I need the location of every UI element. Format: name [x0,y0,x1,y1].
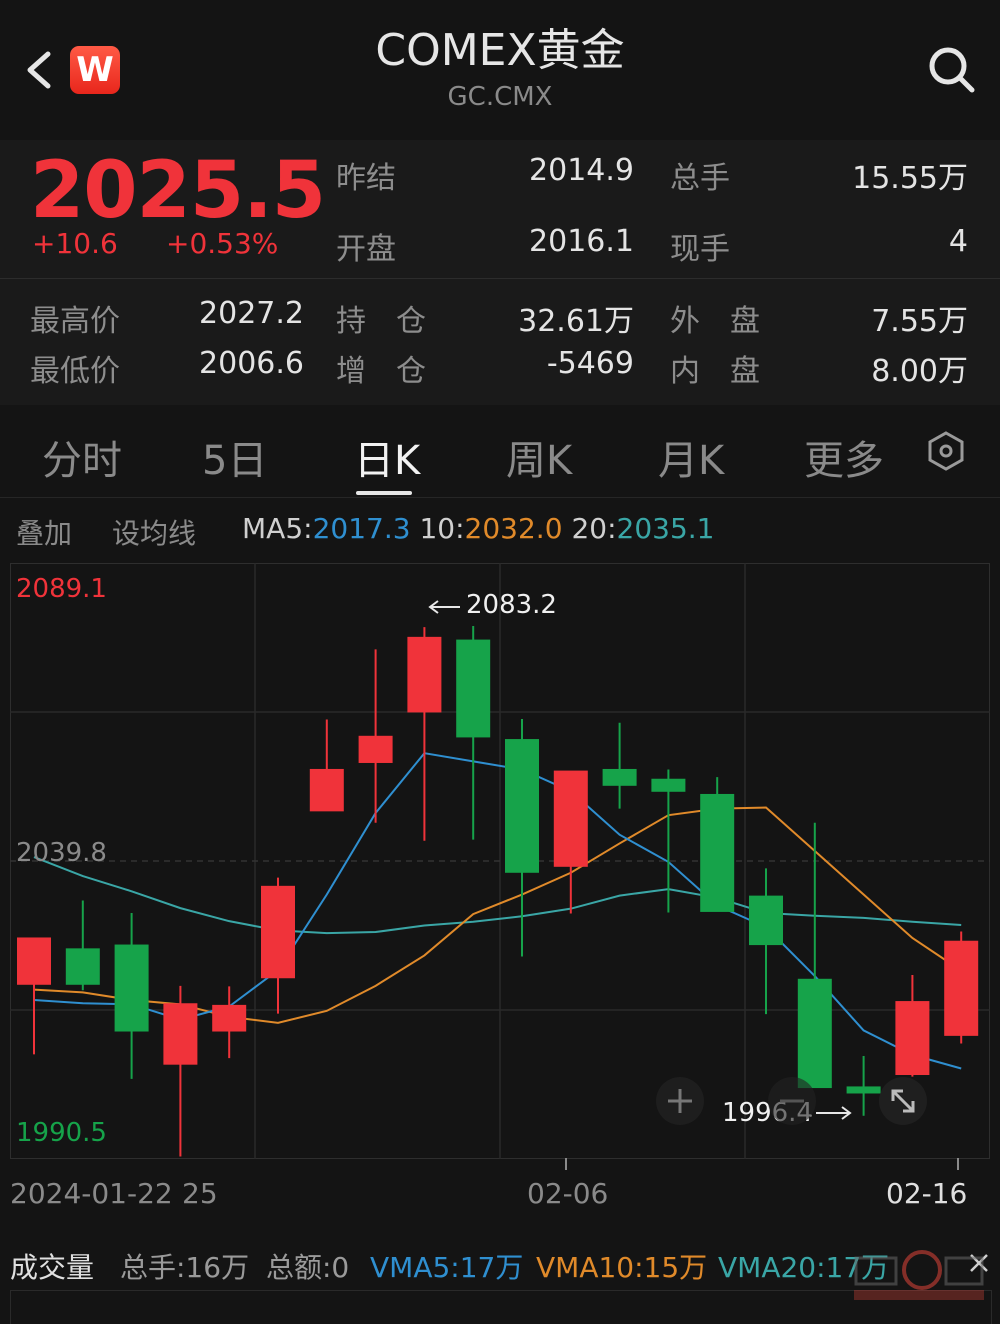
search-button[interactable] [926,44,978,96]
candle-body [358,735,393,763]
tab-weekly-k[interactable]: 周K [506,428,572,486]
active-tab-indicator [356,491,412,495]
volume-total-amount: 总额:0 [266,1251,350,1284]
candle-body [407,636,442,713]
candle-body [749,895,783,946]
label-current-hands: 现手 [670,232,730,267]
max-price-label: 2083.2 [466,590,557,620]
price-change: +10.6 [32,227,118,260]
tab-more[interactable]: 更多 [804,428,884,486]
label-prev-settle: 昨结 [336,161,396,196]
label-open-interest: 持 仓 [336,304,426,339]
y-mid-label: 2039.8 [16,838,107,868]
price-change-percent: +0.53% [166,227,279,260]
value-oi-change: -5469 [546,346,634,381]
zoom-in-button[interactable] [656,1077,704,1125]
candle-body [163,1003,198,1065]
tab-5day[interactable]: 5日 [202,428,267,486]
ma20-value: 2035.1 [616,512,715,545]
volume-chart-area [10,1290,992,1324]
ma-values: MA5:2017.3 10:2032.0 20:2035.1 [242,512,715,545]
y-max-label: 2089.1 [16,574,107,604]
fullscreen-button[interactable] [879,1077,927,1125]
ma-sep: : [607,512,617,545]
x-axis-ticks [565,1158,959,1170]
zoom-out-button[interactable] [768,1077,816,1125]
ma10-label: 10 [419,512,456,545]
vma10: VMA10:15万 [536,1251,708,1284]
set-ma-button[interactable]: 设均线 [112,512,196,552]
candle-body [553,770,588,867]
x-label-mid: 02-06 [527,1177,609,1210]
hexagon-settings-icon [928,431,964,471]
page-title: COMEX黄金 [375,25,625,76]
value-low: 2006.6 [199,346,304,381]
candle-body [944,940,979,1036]
candle-body [895,1001,930,1076]
overlay-button[interactable]: 叠加 [16,512,72,552]
chart-settings-button[interactable] [926,430,966,472]
value-prev-settle: 2014.9 [529,153,634,188]
label-outer-volume: 外 盘 [670,304,760,339]
x-label-end: 02-16 [886,1177,968,1210]
value-open-interest: 32.61万 [518,304,634,339]
candle-body [261,885,295,979]
value-outer-volume: 7.55万 [871,304,968,339]
search-icon [929,47,975,93]
last-price: 2025.5 [30,146,326,236]
candle-body [114,944,149,1032]
value-total-volume: 15.55万 [852,161,968,196]
ma20-label: 20 [571,512,608,545]
candle-body [651,778,686,792]
value-high: 2027.2 [199,296,304,331]
tab-intraday[interactable]: 分时 [42,428,122,486]
label-total-volume: 总手 [670,161,730,196]
candle-body [602,768,637,786]
ma-sep: : [455,512,465,545]
candle-body [17,937,51,985]
divider [0,278,1000,279]
candle-body [65,948,100,985]
volume-total-hands: 总手:16万 [120,1251,250,1284]
ma10-value: 2032.0 [464,512,563,545]
candle-body [505,739,539,873]
candle-body [456,639,491,738]
x-label-25: 25 [182,1177,218,1210]
ma-sep: : [303,512,313,545]
tab-daily-k[interactable]: 日K [354,428,420,486]
candle-body [797,978,832,1089]
symbol-code: GC.CMX [447,82,553,112]
volume-title[interactable]: 成交量 [10,1246,94,1286]
label-open: 开盘 [336,232,396,267]
candle-body [846,1086,881,1094]
vma5: VMA5:17万 [370,1251,524,1284]
value-inner-volume: 8.00万 [871,354,968,389]
label-oi-change: 增 仓 [336,354,426,389]
candle-body [700,793,735,912]
candle-body [212,1004,247,1032]
label-high: 最高价 [30,304,120,339]
label-inner-volume: 内 盘 [670,354,760,389]
watermark-logo [854,1250,984,1300]
ma5-label: MA5 [242,512,304,545]
ma5-value: 2017.3 [312,512,411,545]
y-min-label: 1990.5 [16,1118,107,1148]
candlestick-chart[interactable]: 2089.1 2039.8 1990.5 2083.2 1996.4 [10,563,990,1159]
tab-monthly-k[interactable]: 月K [658,428,724,486]
label-low: 最低价 [30,354,120,389]
value-open: 2016.1 [529,224,634,259]
candle-body [309,768,344,812]
x-label-start: 2024-01-22 [10,1177,173,1210]
value-current-hands: 4 [948,224,968,259]
